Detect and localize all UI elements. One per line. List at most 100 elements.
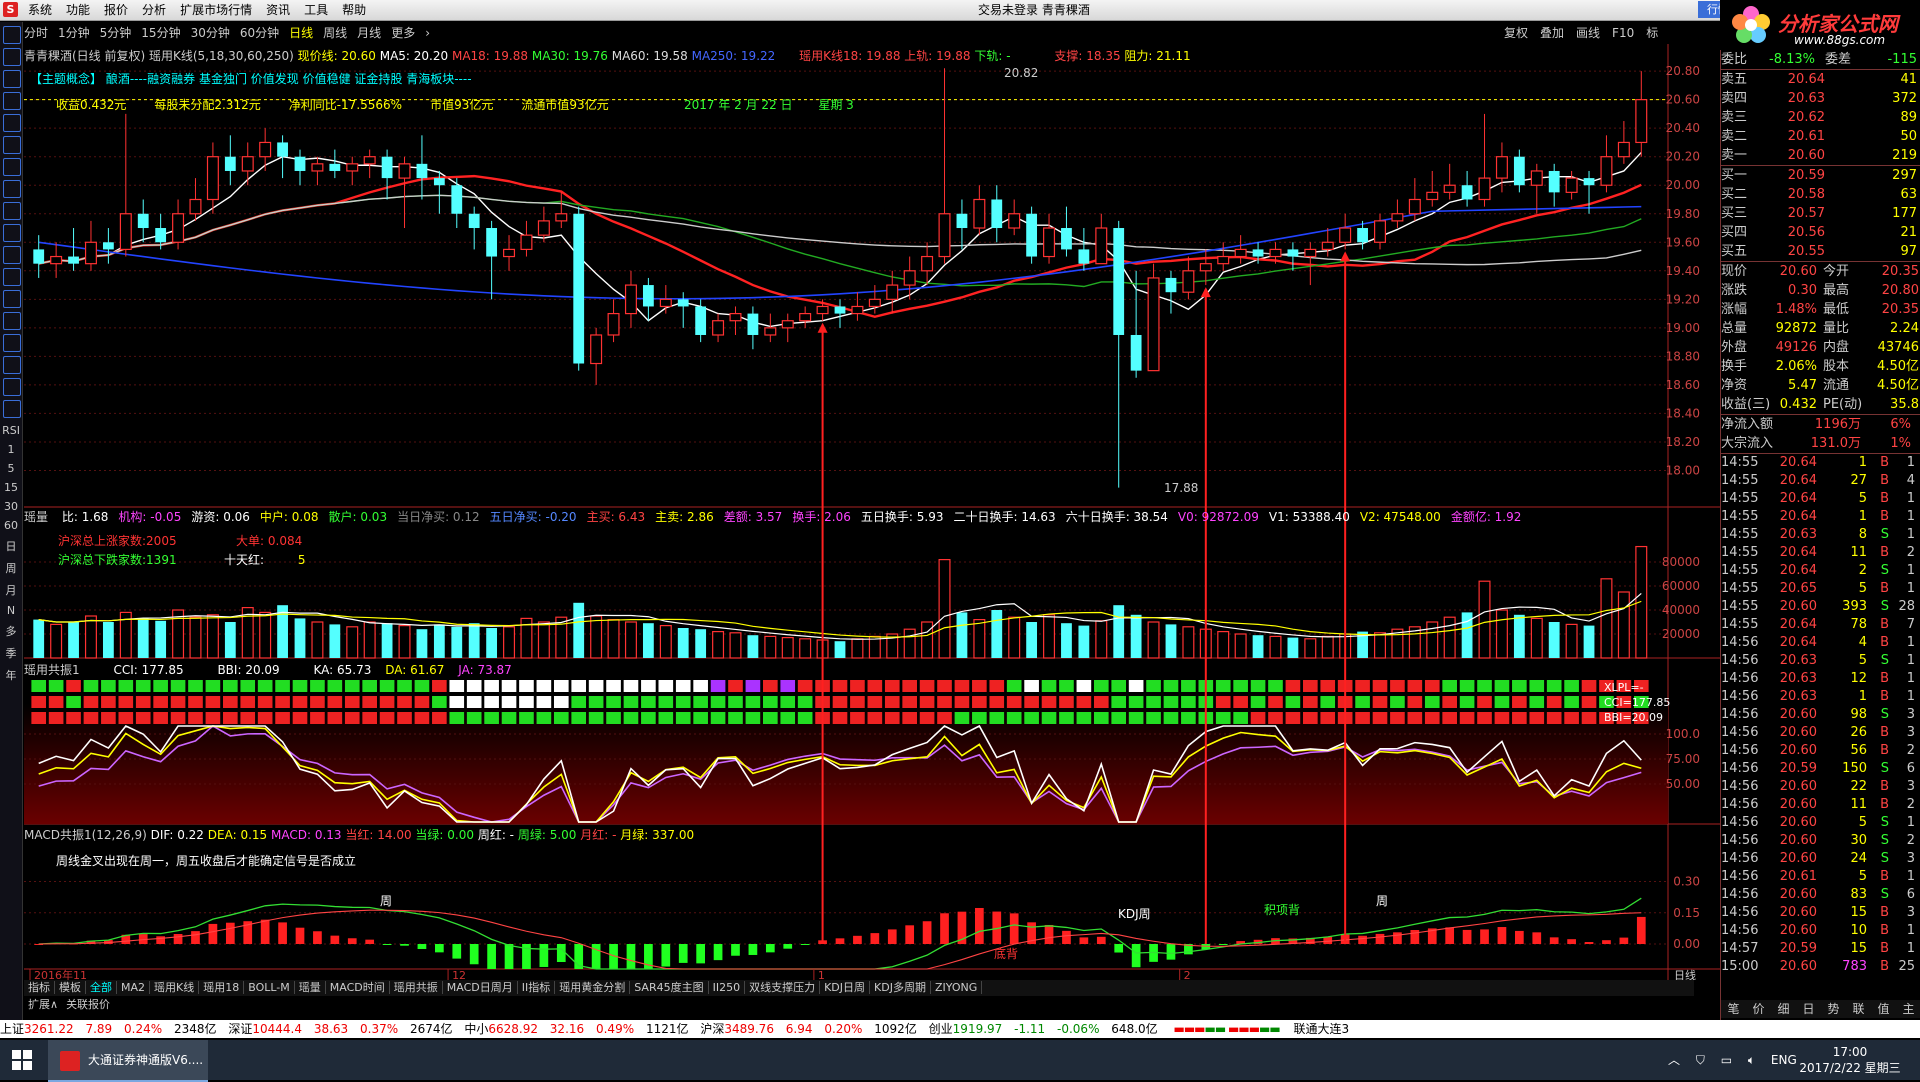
tool-icon-3[interactable] [3, 92, 21, 110]
indicator-tab-14[interactable]: II250 [708, 981, 746, 994]
left-tool-label-8[interactable]: 月 [0, 582, 22, 598]
tool-icon-6[interactable] [3, 158, 21, 176]
tool-icon-15[interactable] [3, 356, 21, 374]
chart-tool-1[interactable]: 叠加 [1540, 26, 1564, 40]
quote-tab-1[interactable]: 价 [1752, 1000, 1764, 1018]
app-logo-icon[interactable]: S [3, 2, 18, 17]
period-tab-8[interactable]: 月线 [357, 26, 381, 40]
left-tool-label-9[interactable]: N [0, 604, 22, 617]
quote-tab-0[interactable]: 笔 [1727, 1000, 1739, 1018]
tick-list[interactable]: 14:55 20.64 1 B 1 14:55 20.64 27 B 4 14:55 20.64 5 B 1… [1721, 453, 1920, 976]
shield-icon[interactable]: ⛉ [1696, 1053, 1705, 1067]
indicator-tab-13[interactable]: SAR45度主图 [630, 981, 709, 994]
menu-item-0[interactable]: 系统 [28, 0, 52, 20]
quote-tab-6[interactable]: 值 [1877, 1000, 1889, 1018]
tool-icon-4[interactable] [3, 114, 21, 132]
volume-icon[interactable]: 🔈︎ [1748, 1053, 1755, 1067]
menu-item-6[interactable]: 工具 [304, 0, 328, 20]
period-tab-2[interactable]: 5分钟 [100, 26, 132, 40]
left-tool-label-7[interactable]: 周 [0, 560, 22, 576]
quote-tab-7[interactable]: 主 [1902, 1000, 1914, 1018]
chart-tool-2[interactable]: 画线 [1576, 26, 1600, 40]
tick-side-0: B [1880, 455, 1889, 470]
tool-icon-12[interactable] [3, 290, 21, 308]
menu-item-4[interactable]: 扩展市场行情 [180, 0, 252, 20]
extension-tab-0[interactable]: 扩展∧ [24, 998, 62, 1011]
tool-icon-11[interactable] [3, 268, 21, 286]
indicator-tab-3[interactable]: MA2 [117, 981, 151, 994]
indicator-tab-9[interactable]: 瑶用共振 [389, 981, 443, 994]
tool-icon-17[interactable] [3, 400, 21, 418]
indicator-tab-2[interactable]: 全部 [86, 981, 117, 994]
indicator-tab-15[interactable]: 双线支撑压力 [745, 981, 821, 994]
menu-item-1[interactable]: 功能 [66, 0, 90, 20]
indicator-tab-11[interactable]: II指标 [517, 981, 556, 994]
left-tool-label-10[interactable]: 多 [0, 623, 22, 639]
tool-icon-2[interactable] [3, 70, 21, 88]
indicator-tab-12[interactable]: 瑶用黄金分割 [555, 981, 631, 994]
tick-side-23: B [1880, 869, 1889, 884]
tray-chevron-icon[interactable]: ︿ [1668, 1053, 1680, 1067]
indicator-tab-10[interactable]: MACD日周月 [442, 981, 518, 994]
indicator-tab-5[interactable]: 瑶用18 [199, 981, 245, 994]
left-tool-label-0[interactable]: RSI [0, 424, 22, 437]
left-tool-label-2[interactable]: 5 [0, 462, 22, 475]
left-tool-label-5[interactable]: 60 [0, 519, 22, 532]
left-tool-label-4[interactable]: 30 [0, 500, 22, 513]
menu-item-2[interactable]: 报价 [104, 0, 128, 20]
period-tab-5[interactable]: 60分钟 [240, 26, 279, 40]
tool-icon-7[interactable] [3, 180, 21, 198]
period-tab-6[interactable]: 日线 [289, 26, 313, 40]
tool-icon-0[interactable] [3, 26, 21, 44]
left-tool-label-11[interactable]: 季 [0, 645, 22, 661]
quote-tab-4[interactable]: 势 [1827, 1000, 1839, 1018]
chart-tool-3[interactable]: F10 [1612, 26, 1634, 40]
menu-item-3[interactable]: 分析 [142, 0, 166, 20]
indicator-tab-16[interactable]: KDJ日周 [820, 981, 871, 994]
candle-body-23 [433, 178, 445, 186]
tool-icon-16[interactable] [3, 378, 21, 396]
quote-tab-3[interactable]: 日 [1802, 1000, 1814, 1018]
left-tool-label-12[interactable]: 年 [0, 667, 22, 683]
period-tab-9[interactable]: 更多 [391, 26, 415, 40]
extension-tab-1[interactable]: 关联报价 [62, 998, 114, 1011]
tool-icon-5[interactable] [3, 136, 21, 154]
chart-tool-0[interactable]: 复权 [1504, 26, 1528, 40]
menu-item-5[interactable]: 资讯 [266, 0, 290, 20]
resonance-block-2-3 [83, 712, 99, 724]
indicator-tab-17[interactable]: KDJ多周期 [870, 981, 931, 994]
resonance-block-0-38 [693, 680, 708, 692]
menu-item-7[interactable]: 帮助 [342, 0, 366, 20]
indicator-tab-1[interactable]: 模板 [55, 981, 86, 994]
left-tool-label-6[interactable]: 日 [0, 538, 22, 554]
period-tab-4[interactable]: 30分钟 [191, 26, 230, 40]
tool-icon-10[interactable] [3, 246, 21, 264]
left-tool-label-1[interactable]: 1 [0, 443, 22, 456]
taskbar-clock[interactable]: 17:00 2017/2/22 星期三 [1790, 1044, 1910, 1076]
network-icon[interactable]: ▭ [1721, 1053, 1732, 1067]
tool-icon-8[interactable] [3, 202, 21, 220]
tool-icon-13[interactable] [3, 312, 21, 330]
period-tab-1[interactable]: 1分钟 [58, 26, 90, 40]
tool-icon-1[interactable] [3, 48, 21, 66]
taskbar-app-button[interactable]: 大通证券神通版V6.... [48, 1040, 208, 1082]
period-tab-0[interactable]: 分时 [24, 26, 48, 40]
quote-tab-5[interactable]: 联 [1852, 1000, 1864, 1018]
indicator-tab-6[interactable]: BOLL-M [244, 981, 295, 994]
period-tab-3[interactable]: 15分钟 [141, 26, 180, 40]
indicator-tab-8[interactable]: MACD时间 [325, 981, 390, 994]
connection-status[interactable]: 联通大连3 [1294, 1022, 1350, 1036]
quote-tab-2[interactable]: 细 [1777, 1000, 1789, 1018]
indicator-tab-0[interactable]: 指标 [24, 981, 55, 994]
indicator-tab-18[interactable]: ZIYONG [930, 981, 983, 994]
tool-icon-14[interactable] [3, 334, 21, 352]
indicator-tab-7[interactable]: 瑶量 [294, 981, 326, 994]
windows-start-icon[interactable] [12, 1050, 32, 1070]
period-tab-7[interactable]: 周线 [323, 26, 347, 40]
resonance-block-1-44 [797, 696, 813, 708]
left-tool-label-3[interactable]: 15 [0, 481, 22, 494]
tool-icon-9[interactable] [3, 224, 21, 242]
indicator-tab-4[interactable]: 瑶用K线 [150, 981, 200, 994]
volume-field-15: V1: 53388.40 [1268, 510, 1350, 524]
period-tab-10[interactable]: › [425, 26, 430, 40]
